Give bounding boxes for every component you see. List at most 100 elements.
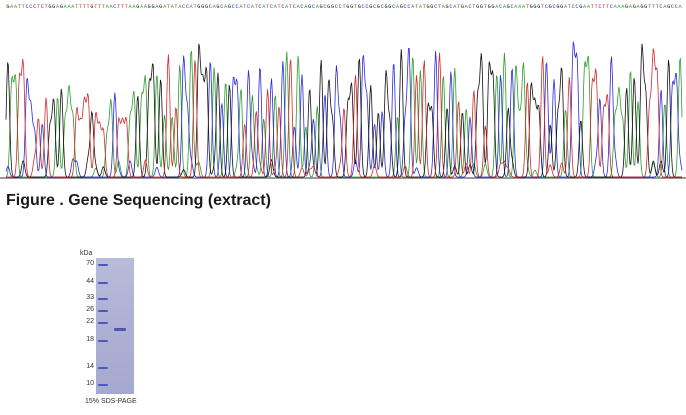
base-call: G [6,4,9,10]
base-call: T [541,4,544,10]
base-call: C [373,4,376,10]
base-call: G [488,4,491,10]
base-call: T [79,4,82,10]
base-call: G [446,4,449,10]
base-call: C [312,4,315,10]
base-call: C [610,4,613,10]
base-call: C [404,4,407,10]
base-call: C [113,4,116,10]
base-call: G [633,4,636,10]
base-call: T [117,4,120,10]
base-call: C [392,4,395,10]
base-call: T [648,4,651,10]
ladder-band-22 [98,322,108,324]
base-call: G [228,4,231,10]
base-call: T [37,4,40,10]
base-call: G [556,4,559,10]
base-call: C [41,4,44,10]
kda-unit-label: kDa [80,250,93,257]
ladder-band-18 [98,340,108,342]
base-call: C [675,4,678,10]
ladder-label-44: 44 [86,278,94,285]
base-call: T [75,4,78,10]
base-call: C [575,4,578,10]
base-call: T [595,4,598,10]
base-call: T [656,4,659,10]
base-call: G [197,4,200,10]
base-call: C [209,4,212,10]
base-call: G [384,4,387,10]
figure-caption: Figure . Gene Sequencing (extract) [6,192,271,209]
ladder-band-33 [98,298,108,300]
base-call: G [327,4,330,10]
base-call: G [350,4,353,10]
base-call: G [430,4,433,10]
base-call: T [45,4,48,10]
base-call: C [659,4,662,10]
base-call: T [472,4,475,10]
base-call: G [667,4,670,10]
ladder-label-22: 22 [86,318,94,325]
base-call: G [625,4,628,10]
base-call: C [362,4,365,10]
base-call-row: GAATTCCCTCTGGAGAAATTTTGTTTAACTTTAAGAAGGA… [6,4,682,10]
ladder-band-14 [98,367,108,369]
base-call: G [388,4,391,10]
ladder-label-10: 10 [86,380,94,387]
base-call: G [480,4,483,10]
base-call: T [568,4,571,10]
base-call: T [438,4,441,10]
base-call: T [484,4,487,10]
base-call: T [289,4,292,10]
base-call: T [457,4,460,10]
base-call: G [476,4,479,10]
base-call: C [598,4,601,10]
gel-image [96,258,134,394]
base-call: G [640,4,643,10]
ladder-label-18: 18 [86,336,94,343]
base-call: T [167,4,170,10]
base-call: G [400,4,403,10]
base-call: C [552,4,555,10]
base-call: C [545,4,548,10]
base-call: T [606,4,609,10]
base-call: G [52,4,55,10]
base-call: G [533,4,536,10]
base-call: C [335,4,338,10]
base-call: G [148,4,151,10]
base-call: C [232,4,235,10]
base-call: C [572,4,575,10]
base-call: T [652,4,655,10]
base-call: T [415,4,418,10]
base-call: T [83,4,86,10]
base-call: G [60,4,63,10]
ladder-label-14: 14 [86,363,94,370]
sample-band [114,328,126,331]
base-call: G [151,4,154,10]
base-call: G [320,4,323,10]
base-call: T [266,4,269,10]
base-call: G [136,4,139,10]
base-call: C [270,4,273,10]
base-call: C [499,4,502,10]
base-call: T [602,4,605,10]
base-call: G [537,4,540,10]
base-call: C [247,4,250,10]
base-call: G [377,4,380,10]
base-call: C [33,4,36,10]
base-call: G [205,4,208,10]
base-call: G [159,4,162,10]
ladder-label-26: 26 [86,306,94,313]
base-call: T [342,4,345,10]
base-call: G [530,4,533,10]
base-call: C [468,4,471,10]
base-call: T [255,4,258,10]
base-call: T [87,4,90,10]
base-call: C [510,4,513,10]
base-call: G [560,4,563,10]
base-call: G [461,4,464,10]
base-call: C [407,4,410,10]
base-call: C [339,4,342,10]
base-call: C [300,4,303,10]
base-call: C [258,4,261,10]
